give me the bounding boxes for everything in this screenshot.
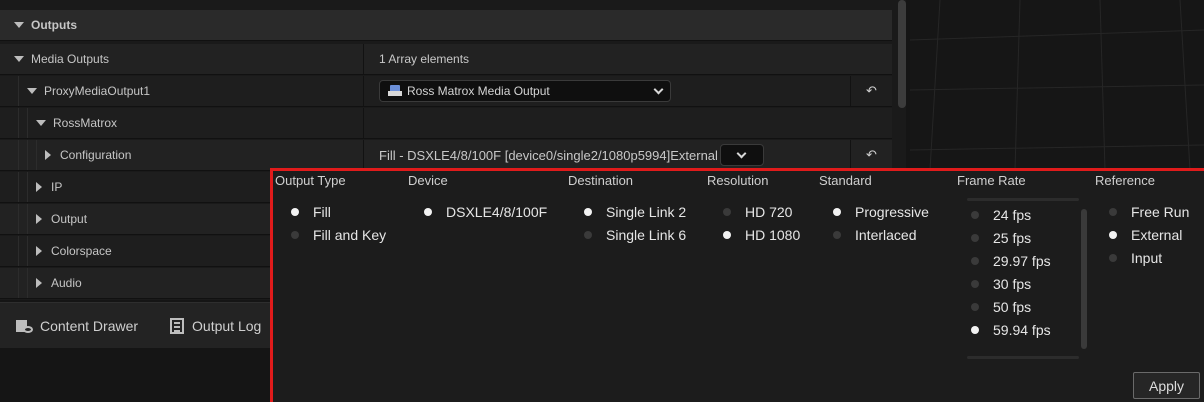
collapse-arrow-icon[interactable]	[14, 56, 24, 62]
details-scrollbar[interactable]	[898, 0, 906, 108]
column-destination: Destination Single Link 2 Single Link 6	[568, 171, 708, 402]
column-header: Frame Rate	[957, 173, 1026, 188]
row-rossmatrox: RossMatrox	[0, 108, 892, 139]
category-outputs[interactable]: Outputs	[0, 10, 892, 41]
radio-dot	[584, 231, 592, 239]
option-24fps[interactable]: 24 fps	[971, 207, 1031, 223]
radio-dot	[971, 211, 979, 219]
column-header: Resolution	[707, 173, 769, 188]
radio-dot	[584, 208, 592, 216]
configuration-value: Fill - DSXLE4/8/100F [device0/single2/10…	[379, 147, 718, 163]
expand-arrow-icon[interactable]	[36, 246, 42, 256]
column-header: Output Type	[275, 173, 346, 188]
expand-arrow-icon[interactable]	[45, 150, 51, 160]
option-free-run[interactable]: Free Run	[1109, 204, 1189, 220]
column-frame-rate: Frame Rate 24 fps 25 fps 29.97 fps 30 fp…	[957, 171, 1087, 402]
radio-dot	[833, 231, 841, 239]
expand-arrow-icon[interactable]	[36, 278, 42, 288]
option-fill-and-key[interactable]: Fill and Key	[291, 227, 386, 243]
chevron-down-icon	[653, 84, 664, 94]
collapse-arrow-icon[interactable]	[14, 22, 24, 28]
row-configuration: Configuration Fill - DSXLE4/8/100F [devi…	[0, 140, 892, 171]
column-output-type: Output Type Fill Fill and Key	[275, 171, 405, 402]
collapse-arrow-icon[interactable]	[27, 88, 37, 94]
column-header: Standard	[819, 173, 872, 188]
column-standard: Standard Progressive Interlaced	[819, 171, 954, 402]
expand-arrow-icon[interactable]	[36, 182, 42, 192]
option-29-97fps[interactable]: 29.97 fps	[971, 253, 1051, 269]
option-progressive[interactable]: Progressive	[833, 204, 929, 220]
content-drawer-button[interactable]: Content Drawer	[0, 303, 154, 348]
radio-dot	[291, 208, 299, 216]
option-single-link-6[interactable]: Single Link 6	[584, 227, 686, 243]
media-output-combo[interactable]: Ross Matrox Media Output	[379, 80, 671, 102]
radio-dot	[971, 257, 979, 265]
option-30fps[interactable]: 30 fps	[971, 276, 1031, 292]
property-label: Configuration	[60, 148, 132, 162]
property-label: RossMatrox	[53, 116, 118, 130]
column-device: Device DSXLE4/8/100F	[408, 171, 568, 402]
option-25fps[interactable]: 25 fps	[971, 230, 1031, 246]
property-label: Colorspace	[51, 244, 112, 258]
property-label: Media Outputs	[31, 52, 110, 66]
option-external[interactable]: External	[1109, 227, 1182, 243]
apply-button[interactable]: Apply	[1133, 372, 1200, 399]
chevron-down-icon	[736, 148, 747, 158]
reset-to-default-button[interactable]: ↶	[850, 140, 892, 170]
content-drawer-label: Content Drawer	[40, 317, 139, 334]
option-hd-1080[interactable]: HD 1080	[723, 227, 800, 243]
radio-dot	[424, 208, 432, 216]
property-label: IP	[51, 180, 63, 194]
option-interlaced[interactable]: Interlaced	[833, 227, 916, 243]
radio-dot	[833, 208, 841, 216]
option-input[interactable]: Input	[1109, 250, 1162, 266]
column-reference: Reference Free Run External Input	[1095, 171, 1204, 402]
option-50fps[interactable]: 50 fps	[971, 299, 1031, 315]
radio-dot	[1109, 254, 1117, 262]
column-header: Reference	[1095, 173, 1155, 188]
radio-dot	[971, 234, 979, 242]
combo-value: Ross Matrox Media Output	[407, 84, 550, 98]
radio-dot	[291, 231, 299, 239]
output-log-label: Output Log	[192, 317, 262, 334]
column-header: Device	[408, 173, 448, 188]
configuration-popup: Output Type Fill Fill and Key Device DSX…	[270, 168, 1204, 402]
reset-to-default-button[interactable]: ↶	[850, 76, 892, 106]
media-output-icon	[388, 85, 402, 97]
column-header: Destination	[568, 173, 634, 188]
category-label: Outputs	[31, 18, 77, 32]
radio-dot	[723, 208, 731, 216]
content-drawer-icon	[16, 318, 34, 333]
radio-dot	[1109, 208, 1117, 216]
option-device[interactable]: DSXLE4/8/100F	[424, 204, 547, 220]
row-proxy-media-output: ProxyMediaOutput1 Ross Matrox Media Outp…	[0, 76, 892, 107]
configuration-dropdown-button[interactable]	[719, 144, 764, 166]
option-hd-720[interactable]: HD 720	[723, 204, 792, 220]
output-log-icon	[170, 317, 185, 334]
option-single-link-2[interactable]: Single Link 2	[584, 204, 686, 220]
property-label: Audio	[51, 276, 82, 290]
option-59-94fps[interactable]: 59.94 fps	[971, 322, 1051, 338]
radio-dot	[723, 231, 731, 239]
radio-dot	[971, 326, 979, 334]
property-label: ProxyMediaOutput1	[44, 84, 151, 98]
radio-dot	[971, 280, 979, 288]
output-log-button[interactable]: Output Log	[154, 303, 277, 348]
row-media-outputs: Media Outputs 1 Array elements	[0, 44, 892, 75]
expand-arrow-icon[interactable]	[36, 214, 42, 224]
frame-rate-scrollbar[interactable]	[1081, 209, 1087, 349]
property-label: Output	[51, 212, 88, 226]
radio-dot	[1109, 231, 1117, 239]
option-fill[interactable]: Fill	[291, 204, 331, 220]
array-count: 1 Array elements	[379, 52, 470, 66]
radio-dot	[971, 303, 979, 311]
collapse-arrow-icon[interactable]	[36, 120, 46, 126]
column-resolution: Resolution HD 720 HD 1080	[707, 171, 817, 402]
